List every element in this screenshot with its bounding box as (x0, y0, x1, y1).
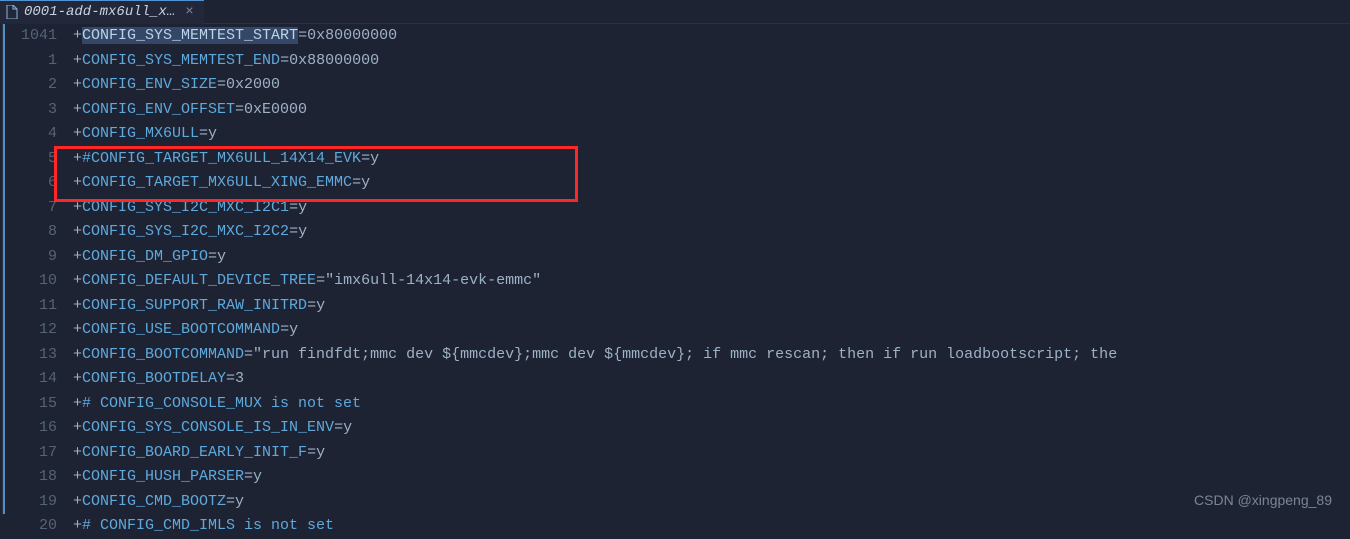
code-line: +CONFIG_SUPPORT_RAW_INITRD=y (73, 294, 1350, 319)
line-number: 2 (5, 73, 57, 98)
line-number: 9 (5, 245, 57, 270)
code-line: +CONFIG_HUSH_PARSER=y (73, 465, 1350, 490)
code-area[interactable]: +CONFIG_SYS_MEMTEST_START=0x80000000+CON… (65, 24, 1350, 514)
code-line: +CONFIG_DM_GPIO=y (73, 245, 1350, 270)
code-line: +CONFIG_SYS_MEMTEST_START=0x80000000 (73, 24, 1350, 49)
code-line: +CONFIG_BOOTDELAY=3 (73, 367, 1350, 392)
line-number: 11 (5, 294, 57, 319)
code-line: +CONFIG_DEFAULT_DEVICE_TREE="imx6ull-14x… (73, 269, 1350, 294)
line-number: 5 (5, 147, 57, 172)
file-tab[interactable]: 0001-add-mx6ull_x… × (0, 0, 204, 24)
line-number: 13 (5, 343, 57, 368)
tab-bar: 0001-add-mx6ull_x… × (0, 0, 1350, 24)
code-line: +# CONFIG_CMD_IMLS is not set (73, 514, 1350, 539)
file-icon (6, 5, 18, 19)
line-number: 6 (5, 171, 57, 196)
tab-title: 0001-add-mx6ull_x… (24, 4, 175, 20)
code-line: +CONFIG_SYS_CONSOLE_IS_IN_ENV=y (73, 416, 1350, 441)
line-number: 19 (5, 490, 57, 515)
line-number: 4 (5, 122, 57, 147)
editor[interactable]: 10411234567891011121314151617181920 +CON… (0, 24, 1350, 514)
code-line: +CONFIG_SYS_I2C_MXC_I2C2=y (73, 220, 1350, 245)
code-line: +CONFIG_ENV_SIZE=0x2000 (73, 73, 1350, 98)
line-number: 3 (5, 98, 57, 123)
line-number: 8 (5, 220, 57, 245)
code-line: +# CONFIG_CONSOLE_MUX is not set (73, 392, 1350, 417)
code-line: +CONFIG_MX6ULL=y (73, 122, 1350, 147)
line-number-gutter: 10411234567891011121314151617181920 (5, 24, 65, 514)
accent-bar (3, 24, 5, 514)
line-number: 15 (5, 392, 57, 417)
line-number: 14 (5, 367, 57, 392)
close-icon[interactable]: × (185, 4, 193, 20)
code-line: +CONFIG_SYS_MEMTEST_END=0x88000000 (73, 49, 1350, 74)
code-line: +CONFIG_CMD_BOOTZ=y (73, 490, 1350, 515)
line-number: 16 (5, 416, 57, 441)
code-line: +CONFIG_BOOTCOMMAND="run findfdt;mmc dev… (73, 343, 1350, 368)
line-number: 18 (5, 465, 57, 490)
line-number: 1041 (5, 24, 57, 49)
code-line: +CONFIG_ENV_OFFSET=0xE0000 (73, 98, 1350, 123)
line-number: 7 (5, 196, 57, 221)
code-line: +CONFIG_SYS_I2C_MXC_I2C1=y (73, 196, 1350, 221)
line-number: 10 (5, 269, 57, 294)
watermark: CSDN @xingpeng_89 (1194, 492, 1332, 508)
line-number: 1 (5, 49, 57, 74)
line-number: 12 (5, 318, 57, 343)
code-line: +CONFIG_USE_BOOTCOMMAND=y (73, 318, 1350, 343)
line-number: 20 (5, 514, 57, 539)
code-line: +CONFIG_TARGET_MX6ULL_XING_EMMC=y (73, 171, 1350, 196)
line-number: 17 (5, 441, 57, 466)
code-line: +CONFIG_BOARD_EARLY_INIT_F=y (73, 441, 1350, 466)
code-line: +#CONFIG_TARGET_MX6ULL_14X14_EVK=y (73, 147, 1350, 172)
